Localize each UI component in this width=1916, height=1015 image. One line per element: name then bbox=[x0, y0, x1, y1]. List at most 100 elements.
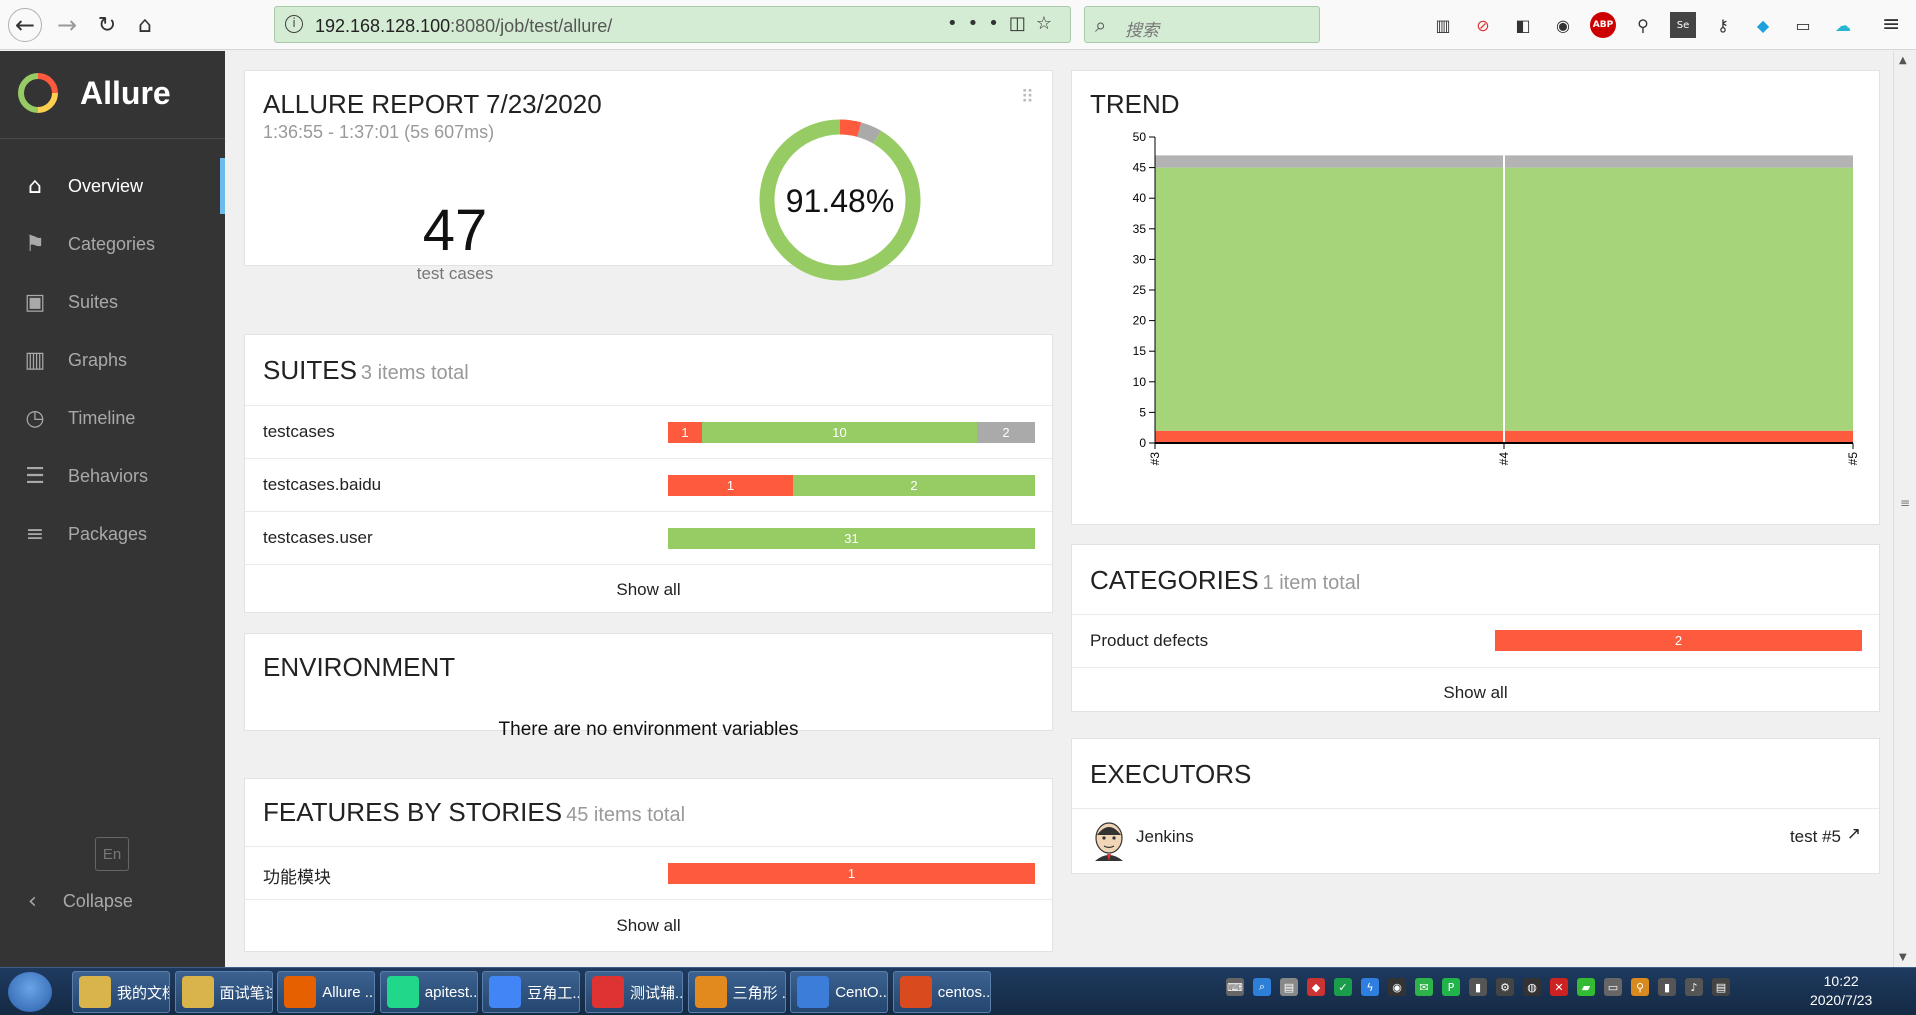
sidebar-item-behaviors[interactable]: ☰ Behaviors bbox=[0, 448, 225, 504]
taskbar-item[interactable]: CentO... bbox=[790, 971, 889, 1013]
app-icon bbox=[797, 976, 830, 1008]
table-row[interactable]: testcases.user 31 bbox=[245, 511, 1052, 564]
reload-button[interactable]: ↻ bbox=[90, 8, 124, 42]
taskbar-item[interactable]: 豆角工... bbox=[482, 971, 581, 1013]
volume-icon[interactable]: ♪ bbox=[1685, 978, 1703, 996]
bar-chart-icon: ▥ bbox=[24, 347, 46, 373]
taskbar-item[interactable]: 我的文档 bbox=[72, 971, 170, 1013]
brand[interactable]: Allure bbox=[0, 51, 225, 139]
qq-icon[interactable]: ◉ bbox=[1388, 978, 1406, 996]
usb-icon[interactable]: ⚙ bbox=[1496, 978, 1514, 996]
external-link-icon[interactable]: ↗ bbox=[1847, 824, 1861, 844]
code-icon[interactable]: ▭ bbox=[1790, 12, 1816, 38]
table-row[interactable]: 功能模块 1 bbox=[245, 846, 1052, 899]
collapse-button[interactable]: ‹ Collapse bbox=[28, 889, 133, 914]
language-button[interactable]: En bbox=[95, 837, 129, 871]
taskbar-item[interactable]: 测试辅... bbox=[585, 971, 683, 1013]
drag-handle-icon[interactable]: ⠿ bbox=[1021, 87, 1034, 108]
table-row[interactable]: testcases 1 10 2 bbox=[245, 405, 1052, 458]
taskbar-item[interactable]: Allure ... bbox=[277, 971, 376, 1013]
url-text[interactable]: 192.168.128.100:8080/job/test/allure/ bbox=[315, 16, 612, 37]
sidebar-item-categories[interactable]: ⚑ Categories bbox=[0, 216, 225, 272]
page-actions[interactable]: •••◫☆ bbox=[947, 13, 1062, 34]
menu-icon[interactable]: ≡ bbox=[1882, 12, 1900, 37]
home-icon: ⌂ bbox=[28, 173, 42, 199]
network-icon[interactable]: ▤ bbox=[1280, 978, 1298, 996]
shield-icon[interactable]: ✓ bbox=[1334, 978, 1352, 996]
scroll-up-icon[interactable]: ▲ bbox=[1899, 55, 1907, 66]
trend-chart: 0 5 10 15 20 25 30 35 40 45 50 #3 #4 #5 bbox=[1133, 130, 1860, 466]
adblock-icon[interactable]: ABP bbox=[1590, 12, 1616, 38]
search-app-icon[interactable]: ⚲ bbox=[1631, 978, 1649, 996]
brand-name: Allure bbox=[80, 75, 171, 111]
info-icon[interactable]: i bbox=[285, 15, 303, 33]
donut-slice-skipped[interactable] bbox=[857, 122, 882, 144]
app-icon bbox=[386, 976, 419, 1008]
show-all-link[interactable]: Show all bbox=[245, 916, 1052, 936]
show-all-row: Show all bbox=[245, 564, 1052, 614]
sidebar-item-graphs[interactable]: ▥ Graphs bbox=[0, 332, 225, 388]
globe-icon[interactable]: ◍ bbox=[1523, 978, 1541, 996]
report-duration: 1:36:55 - 1:37:01 (5s 607ms) bbox=[263, 122, 495, 142]
chevron-left-icon: ‹ bbox=[28, 889, 37, 914]
environment-title: ENVIRONMENT bbox=[263, 652, 456, 682]
taskbar-item[interactable]: centos... bbox=[892, 971, 991, 1013]
wechat-icon[interactable]: ✉ bbox=[1415, 978, 1433, 996]
table-row[interactable]: testcases.baidu 1 2 bbox=[245, 458, 1052, 511]
donut-slice-failed[interactable] bbox=[839, 119, 862, 137]
app-icon[interactable]: P bbox=[1442, 978, 1460, 996]
security-icon[interactable]: ◆ bbox=[1307, 978, 1325, 996]
selenium-icon[interactable]: Se bbox=[1670, 12, 1696, 38]
search-input[interactable]: ⌕ 搜索 bbox=[1084, 6, 1320, 43]
action-center-icon[interactable]: ▤ bbox=[1712, 978, 1730, 996]
battery-icon[interactable]: ▮ bbox=[1658, 978, 1676, 996]
main-content: ALLURE REPORT 7/23/2020 1:36:55 - 1:37:0… bbox=[225, 51, 1893, 967]
signal-icon[interactable]: ▮ bbox=[1469, 978, 1487, 996]
browser-toolbar: ← → ↻ ⌂ i 192.168.128.100:8080/job/test/… bbox=[0, 0, 1916, 50]
executor-build-link[interactable]: test #5 bbox=[1790, 827, 1841, 847]
block-icon[interactable]: ⊘ bbox=[1470, 12, 1496, 38]
y-tick-label: 10 bbox=[1133, 375, 1147, 389]
scroll-grip-icon[interactable]: ≡ bbox=[1900, 496, 1910, 510]
sidebar-item-packages[interactable]: ≡ Packages bbox=[0, 506, 225, 562]
forward-button[interactable]: → bbox=[50, 8, 84, 42]
home-button[interactable]: ⌂ bbox=[128, 8, 162, 42]
url-bar[interactable]: i 192.168.128.100:8080/job/test/allure/ … bbox=[274, 6, 1071, 43]
sidebar-item-timeline[interactable]: ◷ Timeline bbox=[0, 390, 225, 446]
show-all-row: Show all bbox=[1072, 667, 1879, 713]
scroll-down-icon[interactable]: ▼ bbox=[1899, 952, 1907, 963]
taskbar-item[interactable]: 三角形 ... bbox=[687, 971, 786, 1013]
thunder-icon[interactable]: ϟ bbox=[1361, 978, 1379, 996]
account-icon[interactable]: ◉ bbox=[1550, 12, 1576, 38]
suites-title: SUITES 3 items total bbox=[263, 355, 469, 385]
status-bar: 31 bbox=[668, 528, 1035, 549]
x-tick-label: #4 bbox=[1497, 452, 1511, 466]
display-icon[interactable]: ▭ bbox=[1604, 978, 1622, 996]
executors-title: EXECUTORS bbox=[1090, 759, 1252, 789]
nvidia-icon[interactable]: ▰ bbox=[1577, 978, 1595, 996]
search-tray-icon[interactable]: ⌕ bbox=[1253, 978, 1271, 996]
failed-segment: 1 bbox=[668, 863, 1035, 884]
keyboard-icon[interactable]: ⌨ bbox=[1226, 978, 1244, 996]
sidebar-icon[interactable]: ◧ bbox=[1510, 12, 1536, 38]
scrollbar[interactable]: ▲ ≡ ▼ bbox=[1893, 51, 1916, 967]
translate-icon[interactable]: ⚲ bbox=[1630, 12, 1656, 38]
sidebar-item-overview[interactable]: ⌂ Overview bbox=[0, 158, 225, 214]
taskbar-item[interactable]: 面试笔试 bbox=[174, 971, 273, 1013]
show-all-link[interactable]: Show all bbox=[245, 580, 1052, 600]
executor-row[interactable]: Jenkins test #5 ↗ bbox=[1072, 808, 1879, 875]
clock[interactable]: 10:22 2020/7/23 bbox=[1810, 972, 1872, 1010]
table-row[interactable]: Product defects 2 bbox=[1072, 614, 1879, 667]
cloud-icon[interactable]: ☁ bbox=[1830, 12, 1856, 38]
categories-title: CATEGORIES 1 item total bbox=[1090, 565, 1361, 595]
warning-icon[interactable]: ✕ bbox=[1550, 978, 1568, 996]
y-tick-label: 15 bbox=[1133, 344, 1147, 358]
taskbar-item[interactable]: apitest... bbox=[379, 971, 478, 1013]
key-icon[interactable]: ⚷ bbox=[1710, 12, 1736, 38]
start-button[interactable] bbox=[8, 972, 52, 1012]
extension-icon[interactable]: ◆ bbox=[1750, 12, 1776, 38]
library-icon[interactable]: ▥ bbox=[1430, 12, 1456, 38]
sidebar-item-suites[interactable]: ▣ Suites bbox=[0, 274, 225, 330]
back-button[interactable]: ← bbox=[8, 8, 42, 42]
show-all-link[interactable]: Show all bbox=[1072, 683, 1879, 703]
